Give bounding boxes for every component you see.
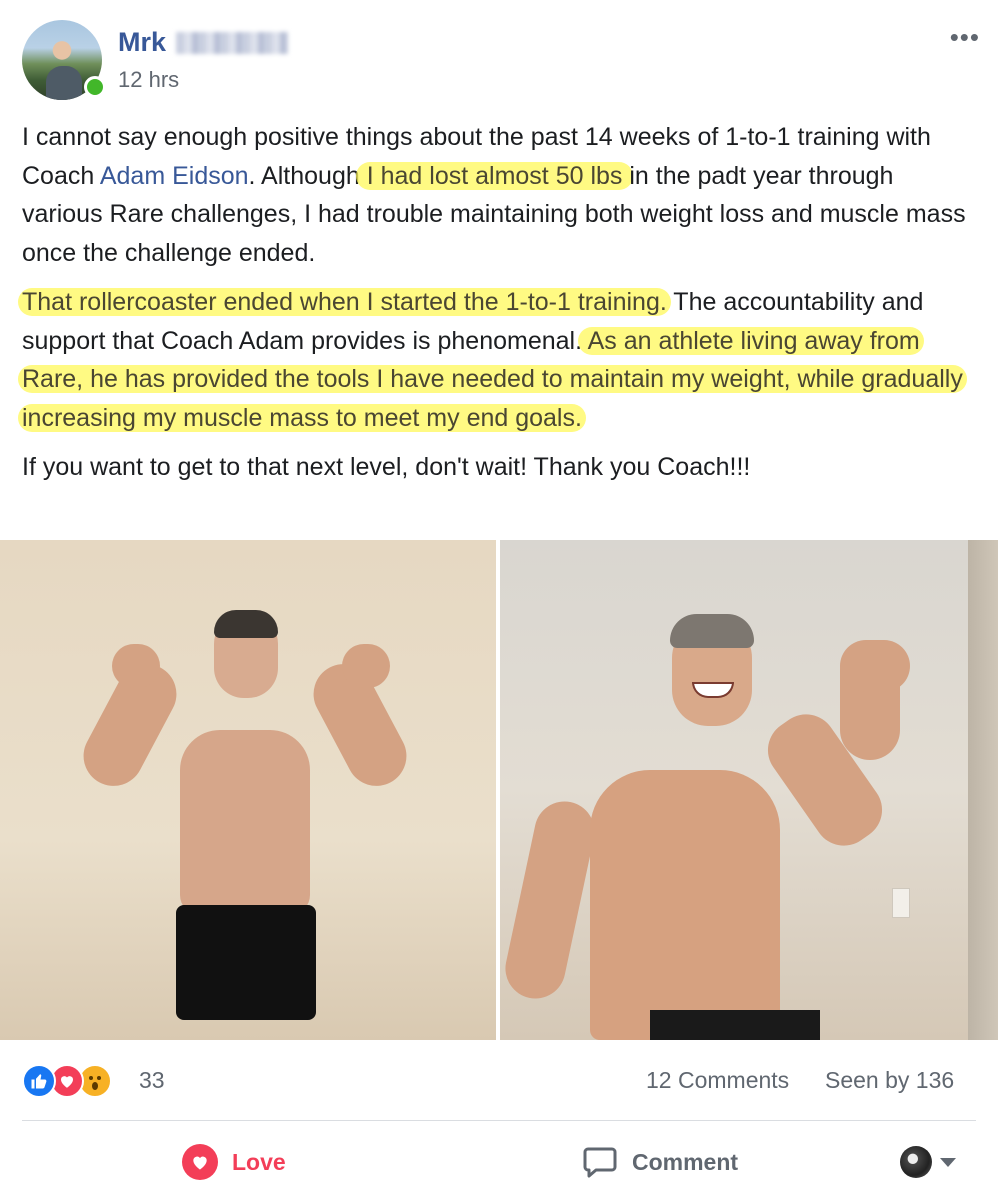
love-button[interactable]: Love [182, 1140, 286, 1184]
post-card: Mrk 12 hrs ••• I cannot say enough posit… [0, 0, 998, 1200]
reaction-icons[interactable] [22, 1064, 142, 1098]
hair-shape [670, 614, 754, 648]
paragraph-1: I cannot say enough positive things abou… [22, 118, 978, 272]
comments-count[interactable]: 12 Comments [646, 1067, 789, 1094]
reaction-count[interactable]: 33 [139, 1067, 165, 1094]
comment-label: Comment [632, 1148, 739, 1175]
wall-outlet [892, 888, 910, 918]
paragraph-3: If you want to get to that next level, d… [22, 453, 751, 481]
hair-shape [214, 610, 278, 638]
highlighted-text: That rollercoaster ended when I started … [18, 288, 671, 316]
seen-by-count[interactable]: Seen by 136 [825, 1067, 954, 1094]
shorts-shape [176, 905, 316, 1020]
heart-icon [182, 1144, 218, 1180]
user-avatar-icon [900, 1146, 932, 1178]
torso-shape [590, 770, 780, 1040]
author-name[interactable]: Mrk [118, 27, 166, 58]
before-photo[interactable] [0, 540, 496, 1040]
love-label: Love [232, 1148, 286, 1175]
comment-bubble-icon [583, 1147, 617, 1178]
arm-shape [500, 795, 601, 1005]
coach-link[interactable]: Adam Eidson [100, 162, 249, 190]
fist-shape [840, 640, 910, 692]
text-segment: . Although [248, 161, 360, 190]
wall-edge [968, 540, 998, 1040]
post-timestamp[interactable]: 12 hrs [118, 67, 179, 93]
caret-down-icon [940, 1157, 956, 1167]
more-options-button[interactable]: ••• [950, 22, 980, 53]
torso-shape [180, 730, 310, 915]
online-status-icon [84, 76, 106, 98]
paragraph-2: That rollercoaster ended when I started … [18, 283, 978, 437]
photo-grid [0, 540, 998, 1040]
comment-button[interactable]: Comment [582, 1140, 738, 1184]
fist-shape [112, 644, 160, 688]
after-photo[interactable] [500, 540, 998, 1040]
post-text: I cannot say enough positive things abou… [18, 118, 978, 498]
actions-divider [22, 1120, 976, 1121]
author-name-redaction [176, 32, 288, 54]
like-reaction-icon [22, 1064, 56, 1098]
shorts-shape [650, 1010, 820, 1040]
highlighted-text: I had lost almost 50 lbs [355, 161, 634, 190]
post-as-selector[interactable] [900, 1140, 956, 1184]
fist-shape [342, 644, 390, 688]
